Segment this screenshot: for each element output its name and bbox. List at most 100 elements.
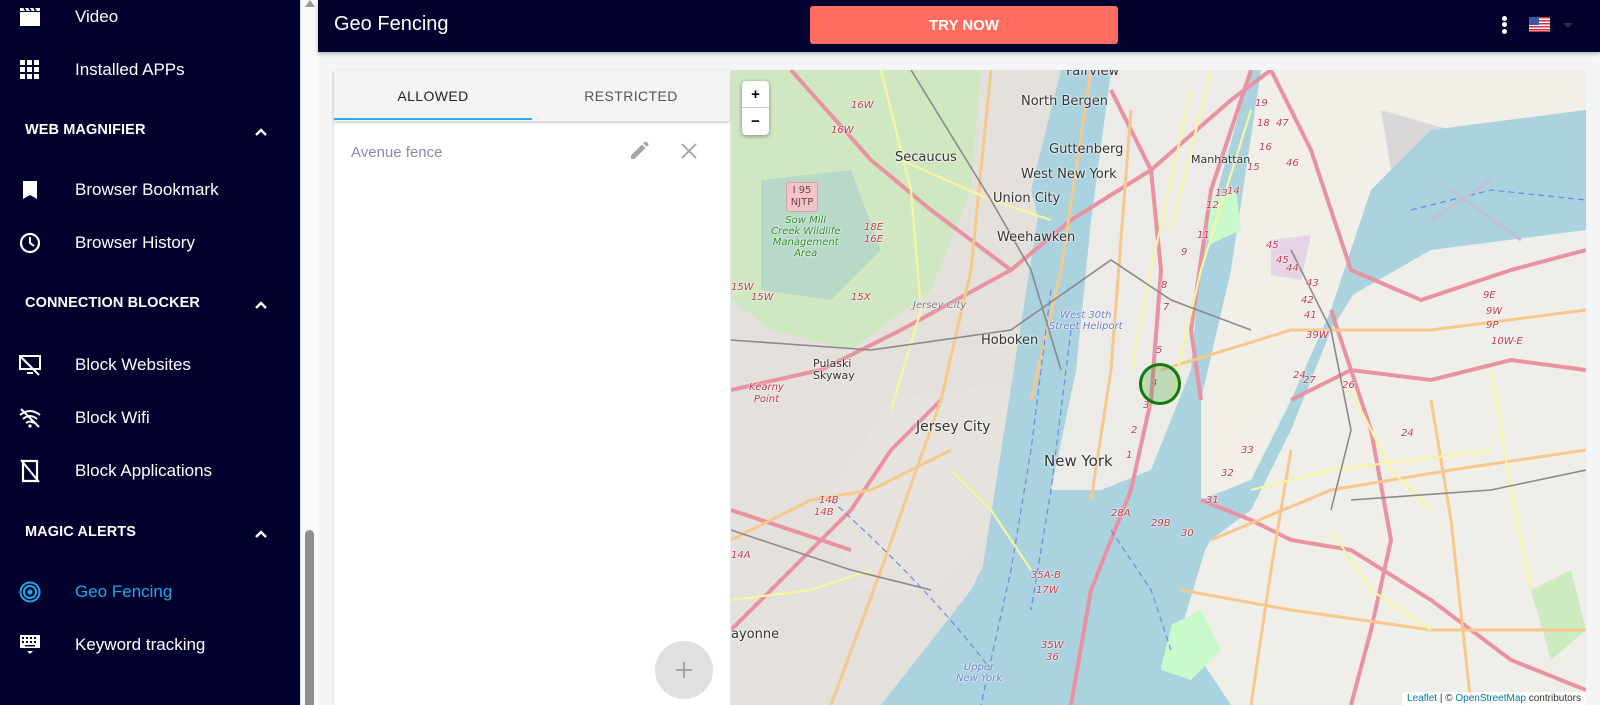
- section-title: WEB MAGNIFIER: [25, 122, 146, 138]
- edit-icon[interactable]: [628, 140, 652, 164]
- fences-panel: ALLOWED RESTRICTED Avenue fence: [334, 70, 730, 705]
- apps-grid-icon: [18, 58, 42, 82]
- geofence-circle[interactable]: [1139, 363, 1181, 405]
- exit-label: 44: [1286, 263, 1299, 274]
- mobile-off-icon: [18, 459, 42, 483]
- map-label-hoboken: Hoboken: [981, 333, 1039, 348]
- map-view[interactable]: + − Fairview North Bergen Secaucus Gutte…: [731, 70, 1586, 705]
- exit-label: 15W: [751, 292, 774, 303]
- chevron-up-icon: [254, 297, 268, 315]
- scroll-up-arrow-icon[interactable]: [305, 0, 315, 7]
- exit-label: 14: [1227, 186, 1240, 197]
- sidebar-item-video[interactable]: Video: [0, 0, 300, 37]
- page-title: Geo Fencing: [334, 13, 449, 35]
- wifi-off-icon: [18, 406, 42, 430]
- map-label-west-new-york: West New York: [1021, 167, 1117, 182]
- exit-label: 10W-E: [1491, 336, 1523, 347]
- plus-icon: [676, 662, 692, 678]
- tab-allowed[interactable]: ALLOWED: [334, 70, 532, 121]
- scrollbar-thumb[interactable]: [305, 530, 314, 705]
- exit-label: 43: [1306, 278, 1319, 289]
- openstreetmap-link[interactable]: OpenStreetMap: [1455, 693, 1526, 704]
- video-icon: [18, 5, 42, 29]
- sidebar-item-block-applications[interactable]: Block Applications: [0, 451, 300, 491]
- attribution-separator: | ©: [1437, 693, 1456, 704]
- keyboard-icon: [18, 633, 42, 657]
- try-now-button[interactable]: TRY NOW: [810, 6, 1118, 44]
- zoom-in-button[interactable]: +: [742, 81, 769, 108]
- section-title: CONNECTION BLOCKER: [25, 295, 200, 311]
- highway-shield-i95: I 95 NJTP: [786, 182, 818, 212]
- exit-label: 46: [1286, 158, 1299, 169]
- section-connection-blocker[interactable]: CONNECTION BLOCKER: [0, 285, 300, 321]
- exit-label: 9: [1181, 247, 1188, 258]
- exit-label: 28A: [1111, 508, 1131, 519]
- zoom-out-button[interactable]: −: [742, 108, 769, 135]
- map-label-heliport: West 30th Street Heliport: [1049, 310, 1123, 332]
- exit-label: 32: [1221, 468, 1234, 479]
- exit-label: 8: [1161, 280, 1168, 291]
- more-options-icon[interactable]: [1498, 14, 1510, 36]
- sidebar-item-label: Installed APPs: [75, 60, 185, 79]
- target-icon: [18, 580, 42, 604]
- chevron-up-icon: [254, 526, 268, 544]
- add-fence-button[interactable]: [655, 641, 713, 699]
- exit-label: 18E: [864, 222, 884, 233]
- sidebar: Video Installed APPs WEB MAGNIFIER Brows…: [0, 0, 300, 705]
- sidebar-item-label: Video: [75, 7, 119, 26]
- section-magic-alerts[interactable]: MAGIC ALERTS: [0, 514, 300, 550]
- exit-label: 18: [1257, 118, 1270, 129]
- map-attribution: Leaflet | © OpenStreetMap contributors: [1402, 692, 1586, 705]
- exit-label: 35A-B: [1031, 570, 1062, 581]
- map-label-bayonne: ayonne: [731, 627, 780, 642]
- exit-label: 7: [1163, 302, 1170, 313]
- exit-label: 35W: [1041, 640, 1064, 651]
- sidebar-scrollbar[interactable]: [300, 0, 318, 705]
- fence-name[interactable]: Avenue fence: [351, 144, 442, 161]
- exit-label: 36: [1046, 652, 1059, 663]
- map-label-guttenberg: Guttenberg: [1049, 142, 1124, 157]
- exit-label: 17W: [1036, 585, 1059, 596]
- exit-label: 12: [1206, 200, 1219, 211]
- sidebar-item-keyword-tracking[interactable]: Keyword tracking: [0, 625, 300, 665]
- tab-restricted[interactable]: RESTRICTED: [532, 70, 730, 121]
- exit-label: 29B: [1151, 518, 1171, 529]
- map-label-north-bergen: North Bergen: [1021, 94, 1109, 109]
- sidebar-item-label: Geo Fencing: [75, 582, 173, 601]
- sidebar-item-label: Block Websites: [75, 355, 191, 374]
- sidebar-item-label: Block Wifi: [75, 408, 150, 427]
- exit-label: 24: [1401, 428, 1414, 439]
- us-flag-icon[interactable]: [1529, 17, 1550, 32]
- sidebar-item-installed-apps[interactable]: Installed APPs: [0, 50, 300, 90]
- sidebar-item-browser-bookmark[interactable]: Browser Bookmark: [0, 170, 300, 210]
- section-web-magnifier[interactable]: WEB MAGNIFIER: [0, 112, 300, 148]
- exit-label: 16W: [831, 125, 854, 136]
- sidebar-item-label: Browser Bookmark: [75, 180, 219, 199]
- sidebar-item-label: Block Applications: [75, 461, 213, 480]
- section-title: MAGIC ALERTS: [25, 524, 137, 540]
- map-label-union-city: Union City: [993, 191, 1061, 206]
- sidebar-item-browser-history[interactable]: Browser History: [0, 223, 300, 263]
- leaflet-link[interactable]: Leaflet: [1407, 693, 1437, 704]
- exit-label: 26: [1342, 380, 1355, 391]
- map-label-jersey-city-small: Jersey City: [913, 300, 967, 311]
- exit-label: 14B: [814, 507, 834, 518]
- map-label-upper-bay: Upper New York: [956, 662, 1003, 684]
- exit-label: 16: [1259, 142, 1272, 153]
- exit-label: 41: [1304, 310, 1317, 321]
- language-dropdown-caret-icon[interactable]: [1563, 23, 1573, 28]
- fence-list-item[interactable]: Avenue fence: [334, 140, 730, 170]
- delete-close-icon[interactable]: [678, 140, 702, 164]
- map-label-secaucus: Secaucus: [895, 150, 957, 165]
- exit-label: 5: [1156, 345, 1163, 356]
- desktop-off-icon: [18, 353, 42, 377]
- map-label-jersey-city: Jersey City: [916, 419, 991, 435]
- exit-label: 14A: [731, 550, 751, 561]
- sidebar-item-block-wifi[interactable]: Block Wifi: [0, 398, 300, 438]
- sidebar-item-label: Browser History: [75, 233, 195, 252]
- exit-label: 9P: [1486, 320, 1499, 331]
- sidebar-item-geo-fencing[interactable]: Geo Fencing: [0, 572, 300, 612]
- sidebar-item-block-websites[interactable]: Block Websites: [0, 345, 300, 385]
- exit-label: 15X: [851, 292, 871, 303]
- exit-label: 9E: [1483, 290, 1496, 301]
